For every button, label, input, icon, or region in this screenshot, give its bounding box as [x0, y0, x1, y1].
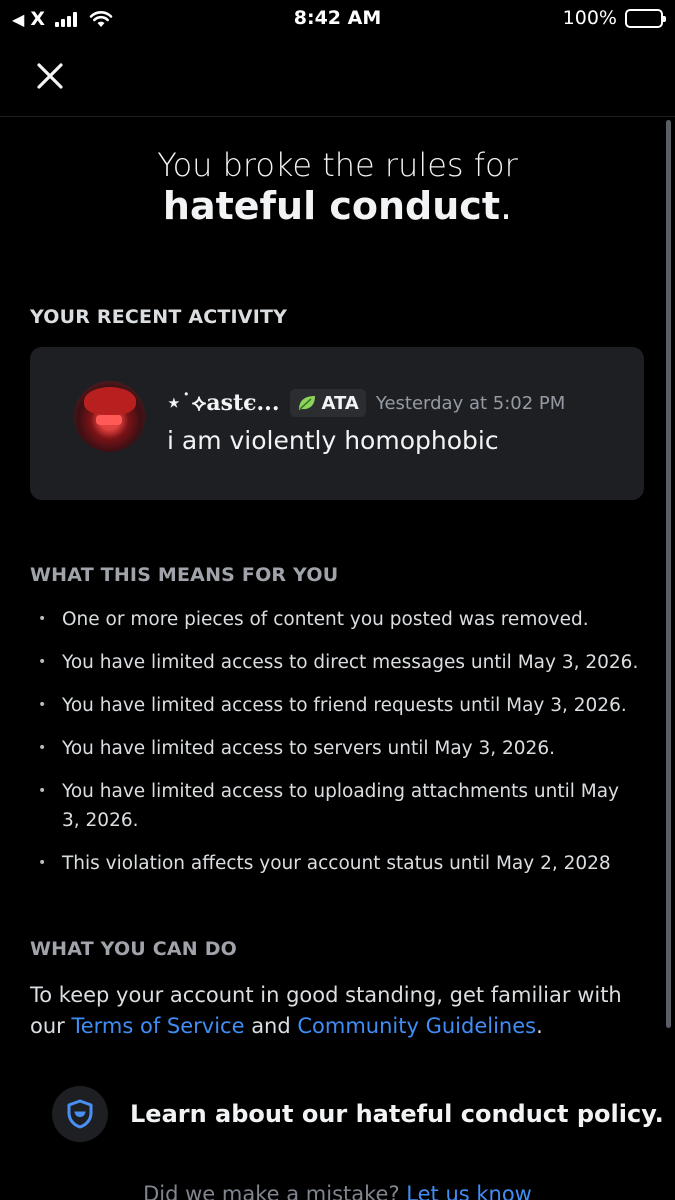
- battery-icon: [625, 8, 666, 28]
- server-tag: ATA: [289, 389, 366, 417]
- means-label: WHAT THIS MEANS FOR YOU: [30, 564, 339, 586]
- message-card: ⋆˙⟡astє... ATA Yesterday at 5:02 PM i am…: [30, 347, 644, 500]
- server-tag-label: ATA: [321, 392, 359, 414]
- consequence-item: You have limited access to servers until…: [30, 734, 640, 763]
- consequence-list: One or more pieces of content you posted…: [30, 605, 640, 892]
- title-line: You broke the rules for: [157, 146, 518, 184]
- can-do-text: To keep your account in good standing, g…: [30, 980, 645, 1042]
- community-guidelines-link[interactable]: Community Guidelines: [297, 1014, 536, 1038]
- violation-name: hateful conduct: [162, 184, 500, 228]
- can-do-period: .: [536, 1014, 543, 1038]
- scrollbar[interactable]: [666, 120, 671, 1028]
- title-violation: hateful conduct.: [0, 184, 675, 228]
- let-us-know-link[interactable]: Let us know: [406, 1182, 532, 1200]
- avatar: [74, 381, 145, 452]
- battery-percent: 100%: [562, 7, 617, 29]
- message-text: i am violently homophobic: [167, 426, 499, 455]
- can-do-and: and: [244, 1014, 298, 1038]
- page-title: You broke the rules for hateful conduct.: [0, 146, 675, 228]
- consequence-item: You have limited access to friend reques…: [30, 691, 640, 720]
- can-do-label: WHAT YOU CAN DO: [30, 938, 238, 960]
- message-timestamp: Yesterday at 5:02 PM: [375, 392, 566, 414]
- terms-of-service-link[interactable]: Terms of Service: [71, 1014, 244, 1038]
- policy-link-row[interactable]: Learn about our hateful conduct policy.: [52, 1086, 664, 1142]
- shield-icon-circle: [52, 1086, 108, 1142]
- policy-link-label: Learn about our hateful conduct policy.: [130, 1100, 664, 1128]
- consequence-item: One or more pieces of content you posted…: [30, 605, 640, 634]
- status-right: 100%: [562, 7, 666, 29]
- consequence-item: You have limited access to uploading att…: [30, 777, 640, 835]
- close-button[interactable]: [34, 60, 66, 92]
- username: ⋆˙⟡astє...: [167, 390, 280, 416]
- message-header: ⋆˙⟡astє... ATA Yesterday at 5:02 PM: [167, 389, 565, 417]
- shield-icon: [67, 1099, 93, 1129]
- leaf-icon: [298, 396, 315, 410]
- appeal-text: Did we make a mistake?: [143, 1182, 407, 1200]
- consequence-item: This violation affects your account stat…: [30, 849, 640, 878]
- appeal-prompt: Did we make a mistake? Let us know: [0, 1182, 675, 1200]
- consequence-item: You have limited access to direct messag…: [30, 648, 640, 677]
- close-icon: [37, 63, 63, 89]
- status-bar: ◀ X 8:42 AM 100%: [0, 0, 675, 40]
- header-divider: [0, 116, 675, 117]
- title-period: .: [500, 184, 513, 228]
- recent-activity-label: YOUR RECENT ACTIVITY: [30, 306, 288, 328]
